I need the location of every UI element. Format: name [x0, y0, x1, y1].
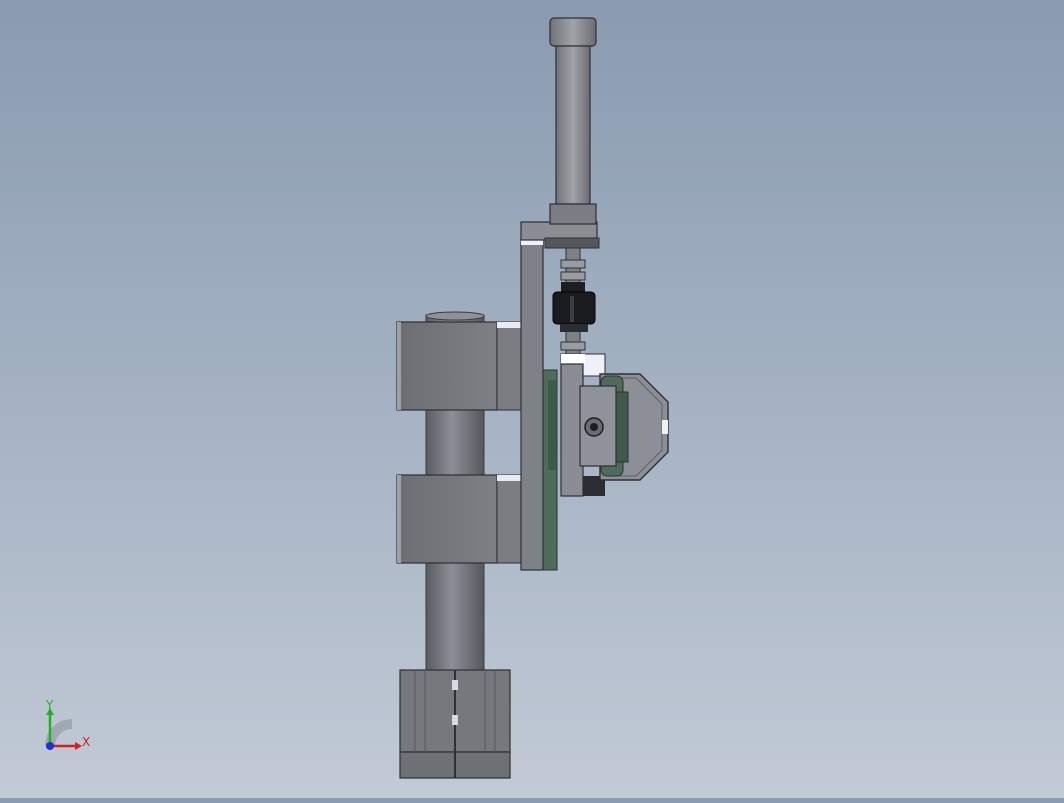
- floating-joint: [552, 282, 596, 332]
- gripper-head: [579, 373, 669, 481]
- x-axis-label: X: [82, 735, 91, 749]
- z-axis-dot: [46, 742, 54, 750]
- assembly-model[interactable]: [0, 0, 1064, 798]
- y-axis-label: Y: [46, 698, 54, 712]
- base-clamp: [399, 669, 511, 779]
- pneumatic-cylinder: [549, 17, 597, 225]
- axis-triad: [45, 708, 82, 750]
- cad-graphics-viewport[interactable]: [0, 0, 1064, 798]
- upper-slide-block: [396, 321, 522, 411]
- lower-slide-block: [396, 474, 522, 564]
- mounting-plate: [520, 237, 558, 571]
